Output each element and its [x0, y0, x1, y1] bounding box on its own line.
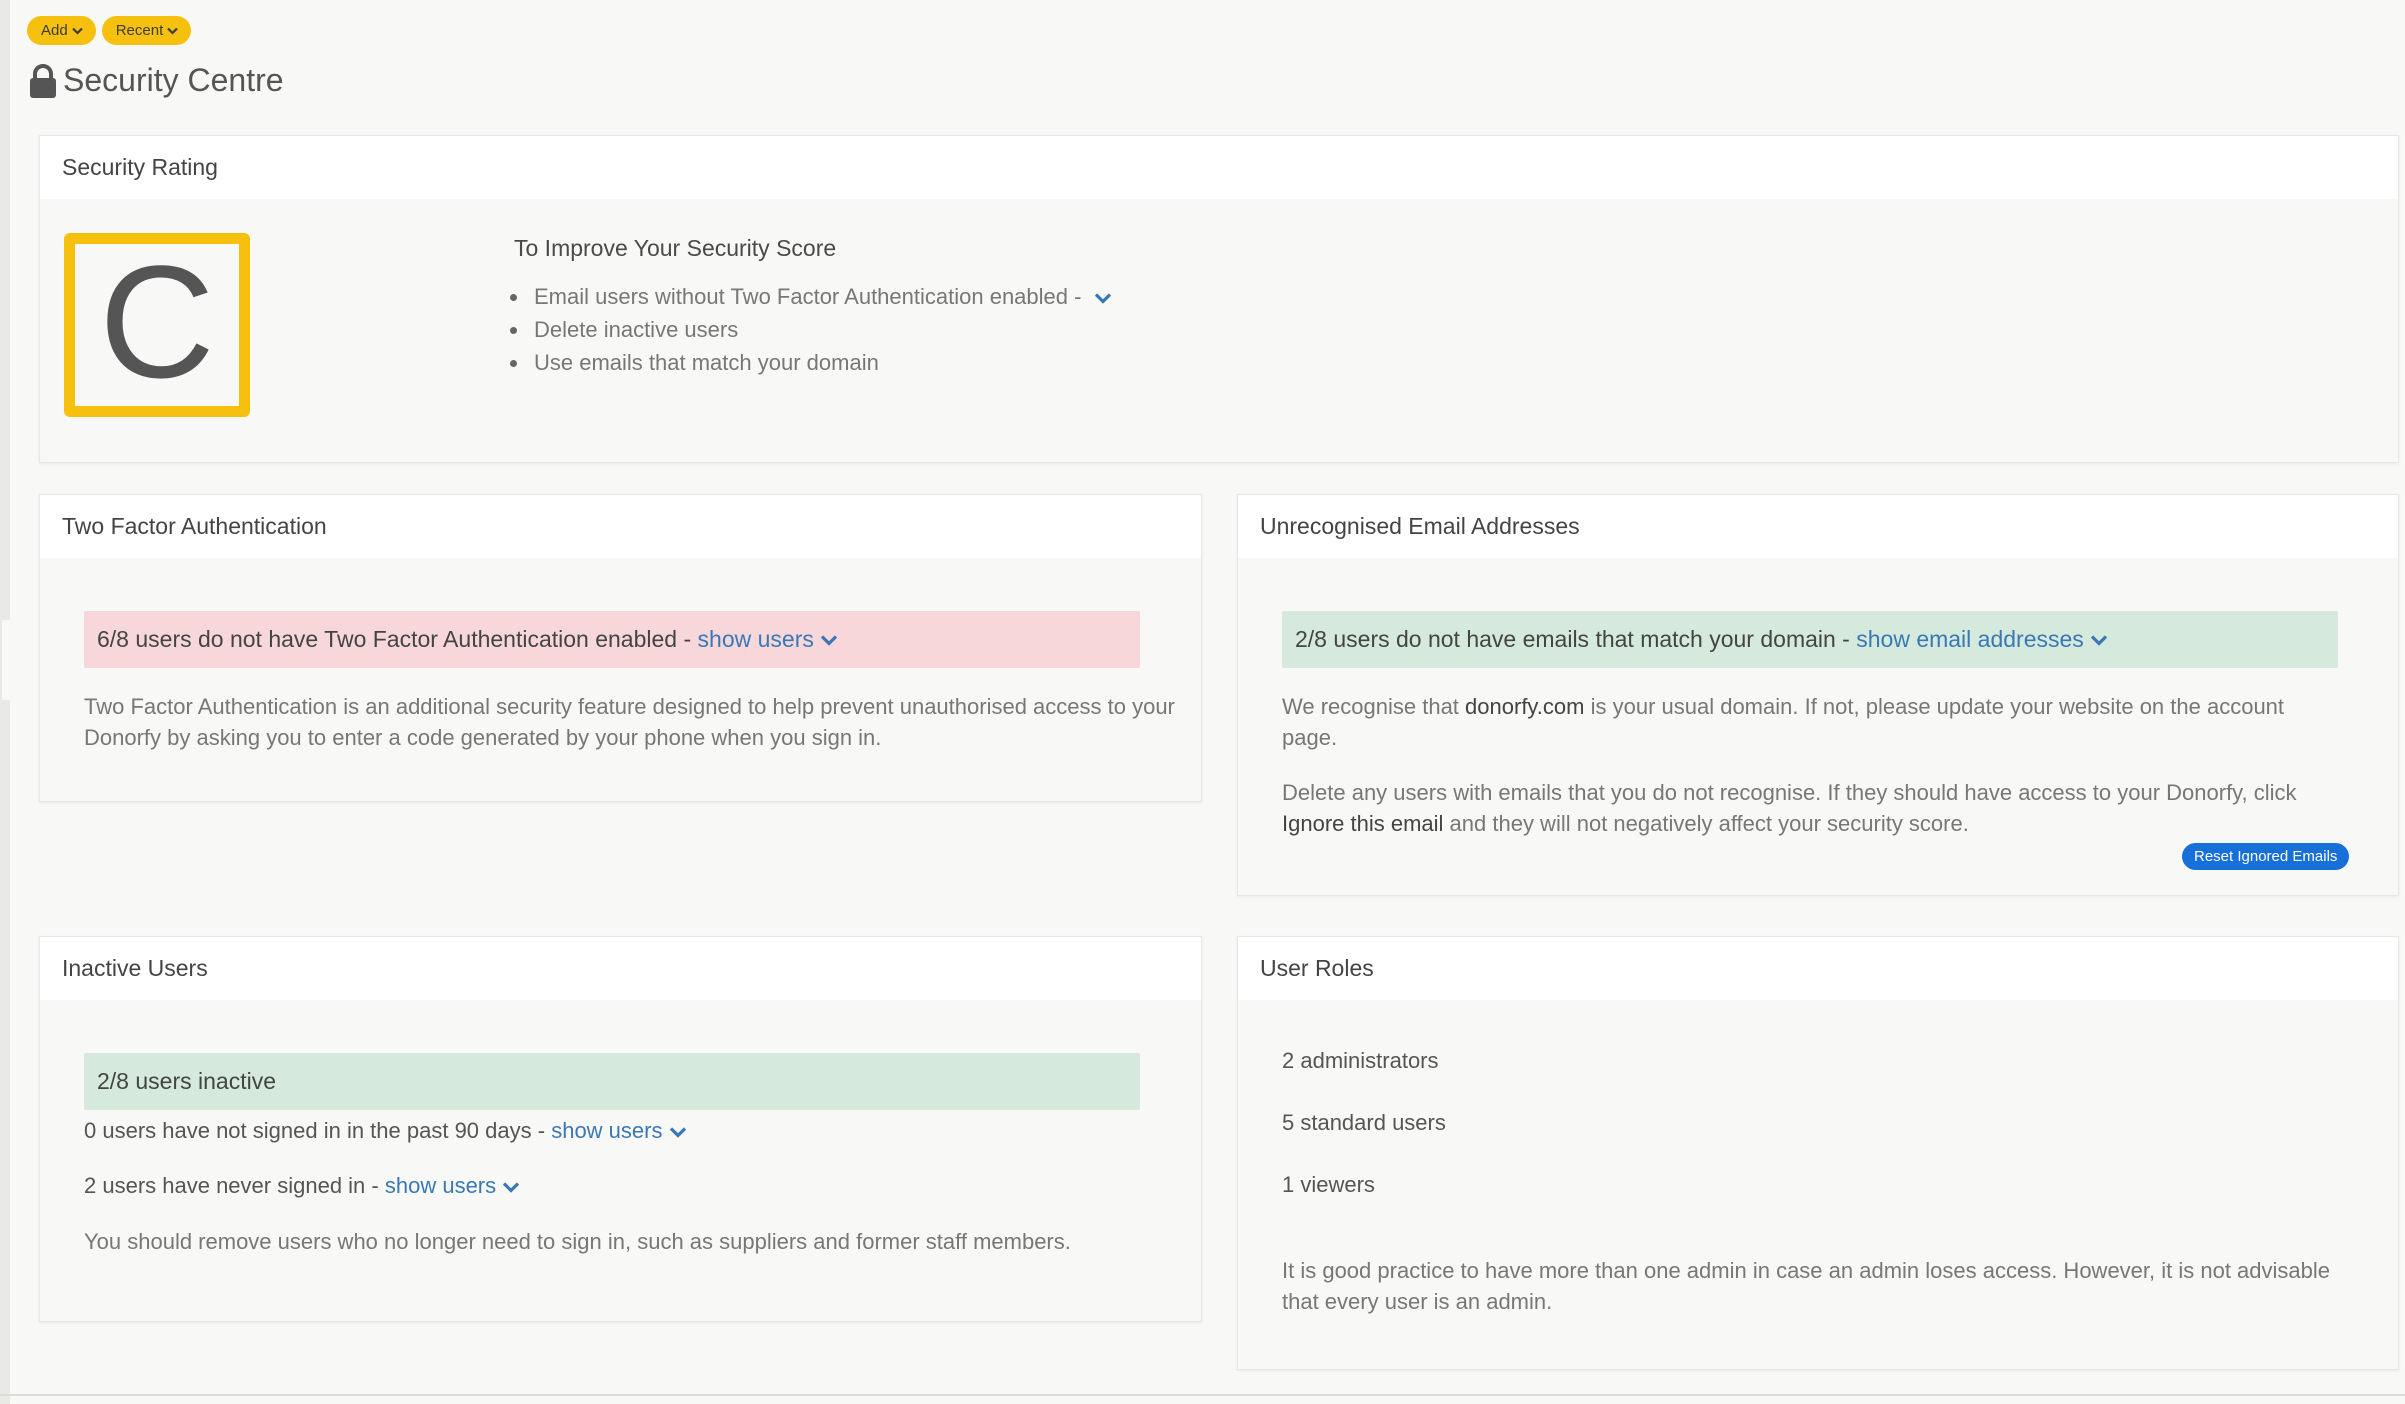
unrecognised-emails-header: Unrecognised Email Addresses — [1238, 495, 2398, 558]
inactive-alert-text: 2/8 users inactive — [97, 1068, 276, 1094]
two-factor-alert-text: 6/8 users do not have Two Factor Authent… — [97, 626, 692, 652]
ignore-info-suffix: and they will not negatively affect your… — [1449, 811, 1969, 836]
viewers-count: 1 viewers — [1282, 1172, 1375, 1197]
add-button-label: Add — [41, 22, 68, 39]
two-factor-alert: 6/8 users do not have Two Factor Authent… — [84, 611, 1140, 668]
list-item: Delete inactive users — [510, 313, 1112, 346]
recent-button-label: Recent — [115, 22, 164, 39]
chevron-down-icon — [669, 1127, 686, 1138]
security-rating-panel: Security Rating C To Improve Your Securi… — [39, 135, 2399, 463]
chevron-down-icon — [167, 27, 179, 35]
user-roles-description: It is good practice to have more than on… — [1282, 1258, 2331, 1314]
list-item: Email users without Two Factor Authentic… — [510, 280, 1112, 313]
reset-ignored-emails-button[interactable]: Reset Ignored Emails — [2182, 843, 2350, 870]
chevron-down-icon — [503, 1182, 520, 1193]
never-signed-in-text: 2 users have never signed in - — [84, 1173, 379, 1198]
improve-item-text: Use emails that match your domain — [534, 350, 879, 375]
security-grade-letter: C — [99, 232, 215, 411]
inactive-users-panel: Inactive Users 2/8 users inactive 0 user… — [39, 936, 1202, 1322]
ignore-email-label: Ignore this email — [1282, 811, 1444, 836]
add-button[interactable]: Add — [27, 16, 96, 45]
not-signed-in-90-days-line: 0 users have not signed in in the past 9… — [84, 1116, 687, 1146]
left-edge-strip — [0, 0, 10, 1404]
improve-score-section: To Improve Your Security Score Email use… — [510, 235, 1112, 379]
inactive-users-alert: 2/8 users inactive — [84, 1053, 1140, 1110]
show-users-link-text: show users — [697, 626, 814, 652]
unrecognised-emails-alert: 2/8 users do not have emails that match … — [1282, 611, 2338, 668]
improve-score-list: Email users without Two Factor Authentic… — [510, 280, 1112, 379]
unrecognised-emails-panel: Unrecognised Email Addresses 2/8 users d… — [1237, 494, 2399, 896]
chevron-down-icon[interactable] — [1094, 292, 1112, 305]
not-signed-in-90-days-text: 0 users have not signed in in the past 9… — [84, 1118, 546, 1143]
inactive-users-description: You should remove users who no longer ne… — [84, 1229, 1071, 1254]
never-signed-in-line: 2 users have never signed in - show user… — [84, 1171, 520, 1201]
chevron-down-icon — [2091, 635, 2108, 647]
unrecognised-alert-text: 2/8 users do not have emails that match … — [1295, 626, 1850, 652]
inactive-users-header: Inactive Users — [40, 937, 1201, 1000]
show-users-link-text: show users — [551, 1118, 663, 1143]
bottom-divider — [0, 1394, 2405, 1396]
show-email-addresses-link-text: show email addresses — [1856, 626, 2084, 652]
lock-icon — [30, 63, 56, 98]
improve-item-text: Email users without Two Factor Authentic… — [534, 284, 1082, 309]
show-users-link[interactable]: show users — [698, 626, 839, 652]
sidebar-toggle-notch[interactable] — [2, 620, 10, 700]
list-item: Use emails that match your domain — [510, 346, 1112, 379]
domain-name: donorfy.com — [1465, 694, 1585, 719]
show-users-link-text: show users — [384, 1173, 497, 1198]
user-roles-header: User Roles — [1238, 937, 2398, 1000]
standard-users-count: 5 standard users — [1282, 1110, 1446, 1135]
ignore-info-prefix: Delete any users with emails that you do… — [1282, 780, 2297, 805]
chevron-down-icon — [71, 27, 83, 35]
domain-info-prefix: We recognise that — [1282, 694, 1459, 719]
show-users-link[interactable]: show users — [385, 1173, 520, 1198]
administrators-count: 2 administrators — [1282, 1048, 1439, 1073]
two-factor-panel: Two Factor Authentication 6/8 users do n… — [39, 494, 1202, 802]
security-grade-badge: C — [64, 233, 250, 417]
chevron-down-icon — [821, 635, 838, 647]
user-roles-panel: User Roles 2 administrators 5 standard u… — [1237, 936, 2399, 1370]
page-title: Security Centre — [29, 62, 284, 99]
two-factor-description: Two Factor Authentication is an addition… — [84, 694, 1175, 750]
domain-info-paragraph: We recognise that donorfy.com is your us… — [1282, 691, 2342, 753]
improve-item-text: Delete inactive users — [534, 317, 739, 342]
ignore-info-paragraph: Delete any users with emails that you do… — [1282, 777, 2342, 839]
improve-score-title: To Improve Your Security Score — [514, 235, 837, 261]
show-email-addresses-link[interactable]: show email addresses — [1856, 626, 2108, 652]
show-users-link[interactable]: show users — [551, 1118, 686, 1143]
security-rating-header: Security Rating — [40, 136, 2398, 199]
two-factor-header: Two Factor Authentication — [40, 495, 1201, 558]
page-title-text: Security Centre — [63, 62, 284, 98]
top-toolbar: Add Recent — [27, 16, 192, 45]
recent-button[interactable]: Recent — [101, 16, 192, 45]
